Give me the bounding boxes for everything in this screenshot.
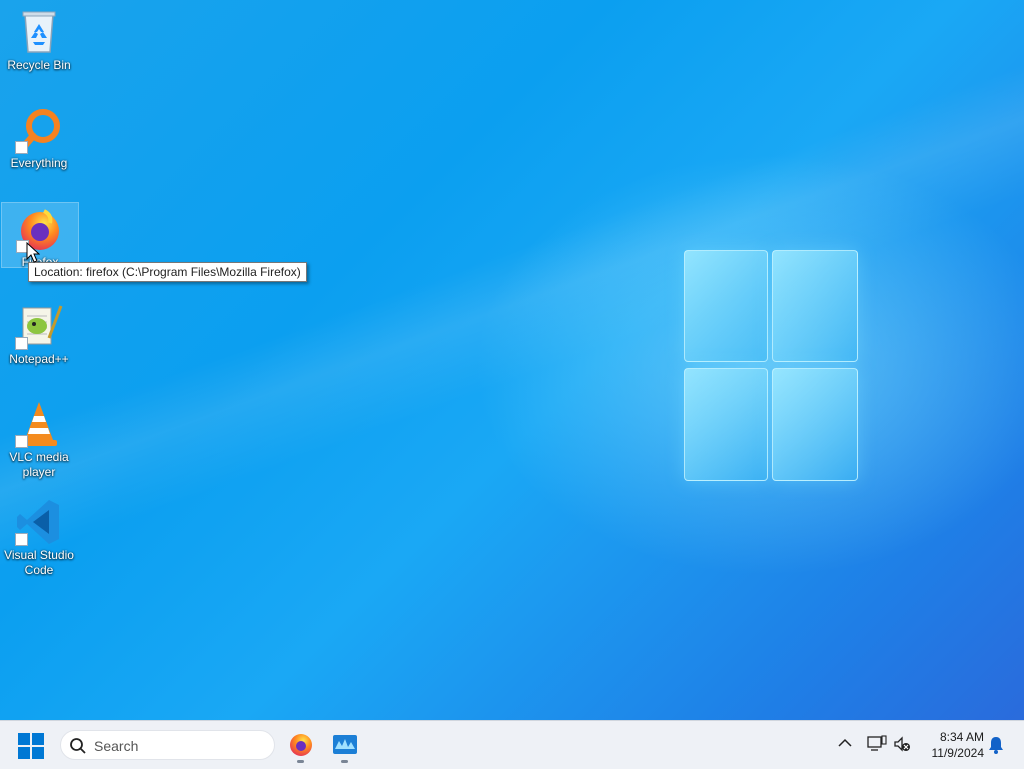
desktop-icon-label: Visual Studio Code	[4, 548, 74, 577]
app-icon	[333, 735, 357, 754]
clock-time: 8:34 AM	[939, 730, 984, 744]
system-clock[interactable]: 8:34 AM 11/9/2024	[918, 729, 985, 761]
firefox-icon	[290, 734, 312, 756]
tooltip: Location: firefox (C:\Program Files\Mozi…	[28, 262, 307, 282]
taskbar-app-2[interactable]	[329, 729, 361, 763]
chevron-up-icon[interactable]	[838, 738, 852, 748]
shortcut-arrow-icon	[15, 435, 28, 448]
desktop-icon-everything[interactable]: Everything	[1, 106, 77, 171]
desktop-icon-firefox[interactable]: Firefox	[1, 202, 79, 269]
shortcut-arrow-icon	[15, 337, 28, 350]
firefox-icon	[16, 205, 64, 253]
search-icon	[70, 738, 86, 754]
windows-start-icon[interactable]	[18, 733, 44, 759]
recycle-bin-icon	[15, 8, 63, 56]
notification-bell-icon[interactable]	[988, 736, 1004, 754]
desktop-icon-label: VLC media player	[9, 450, 69, 479]
taskbar-app-firefox[interactable]	[285, 729, 317, 763]
desktop-icon-recycle-bin[interactable]: Recycle Bin	[1, 8, 77, 73]
desktop[interactable]: Recycle Bin Everything Notepad++ VLC med…	[0, 0, 1024, 720]
windows-wallpaper-logo	[684, 250, 858, 481]
running-indicator	[341, 760, 348, 763]
notepad-plus-plus-icon	[15, 302, 63, 350]
vscode-icon	[15, 498, 63, 546]
shortcut-arrow-icon	[15, 141, 28, 154]
desktop-icon-label: Notepad++	[9, 352, 69, 366]
desktop-icon-vlc[interactable]: VLC media player	[1, 400, 77, 480]
desktop-icon-label: Everything	[10, 156, 68, 170]
vlc-icon	[15, 400, 63, 448]
taskbar: Search 8:34 AM 11/9/2024	[0, 720, 1024, 769]
network-icon[interactable]	[867, 735, 887, 753]
mouse-cursor-icon	[26, 242, 40, 263]
taskbar-search-box[interactable]: Search	[60, 730, 275, 760]
desktop-icon-vscode[interactable]: Visual Studio Code	[1, 498, 77, 578]
volume-muted-icon[interactable]	[893, 735, 911, 753]
everything-search-icon	[15, 106, 63, 154]
desktop-icon-notepad-plus-plus[interactable]: Notepad++	[1, 302, 77, 367]
desktop-icon-label: Recycle Bin	[7, 58, 71, 72]
shortcut-arrow-icon	[15, 533, 28, 546]
clock-date: 11/9/2024	[931, 746, 985, 760]
running-indicator	[297, 760, 304, 763]
search-placeholder: Search	[94, 738, 139, 754]
